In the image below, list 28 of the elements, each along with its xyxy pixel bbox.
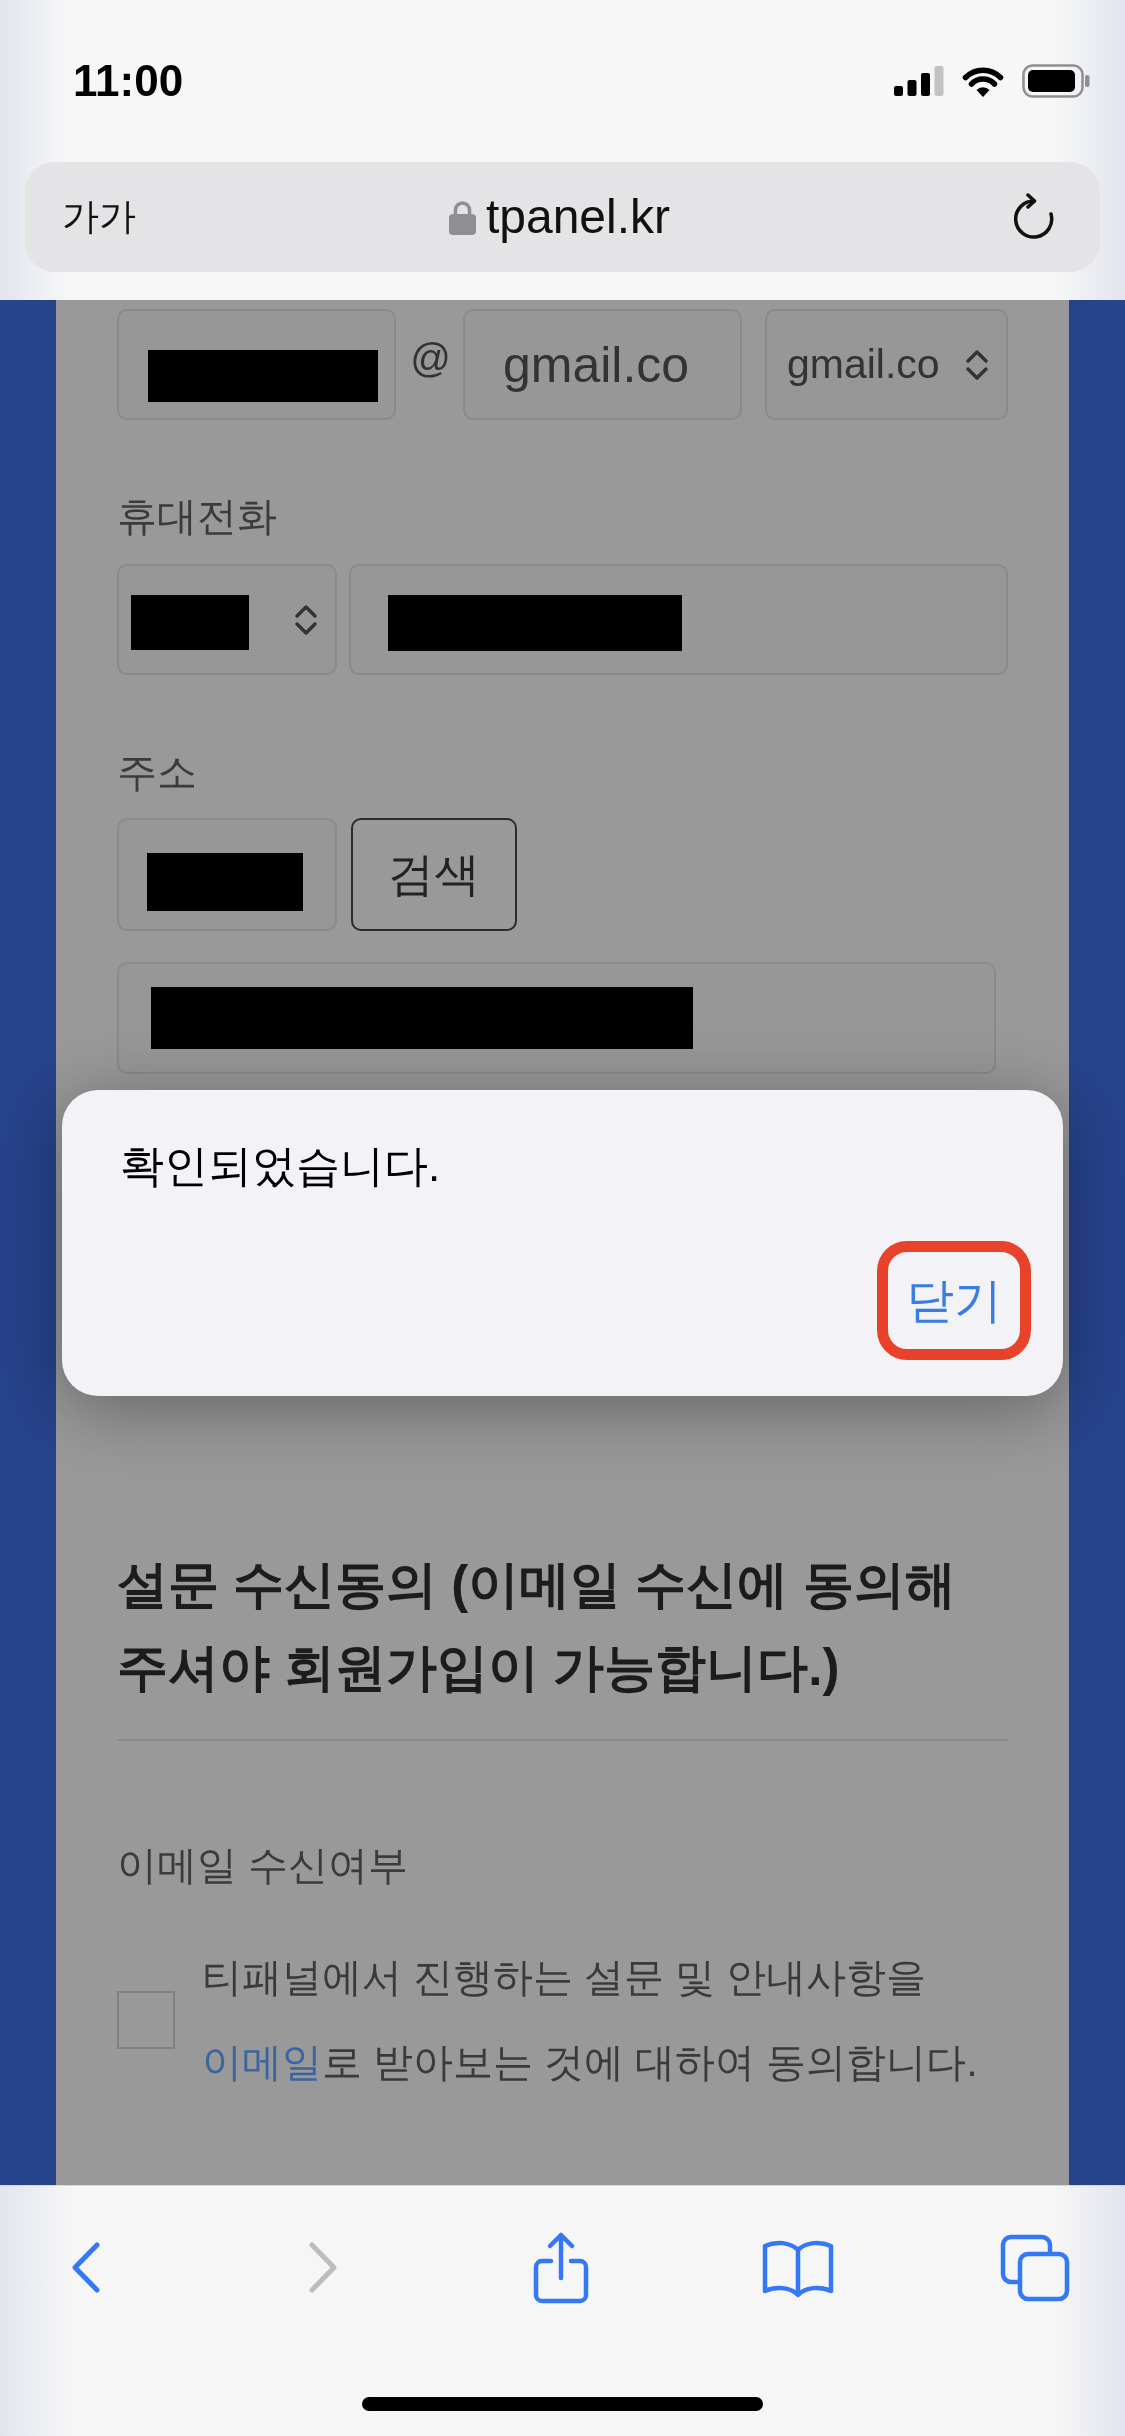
at-sign: @ <box>409 335 452 382</box>
share-icon[interactable] <box>531 2230 590 2305</box>
field-label: 주소 <box>117 749 198 796</box>
checkbox[interactable] <box>117 1991 175 2049</box>
address-field[interactable] <box>117 962 996 1074</box>
cellular-signal-icon <box>894 66 944 96</box>
text-size-button[interactable]: 가가 <box>62 194 136 240</box>
close-button[interactable]: 닫기 <box>888 1252 1020 1349</box>
postcode-field[interactable] <box>117 818 337 931</box>
email-field[interactable] <box>117 309 396 420</box>
domain-field[interactable]: gmail.co <box>463 309 742 420</box>
overlapping-squares-icon[interactable] <box>1000 2233 1070 2302</box>
chevron-left-icon[interactable] <box>70 2241 102 2294</box>
phone-prefix-select[interactable] <box>117 564 337 675</box>
wifi-icon <box>960 64 1006 98</box>
domain-select[interactable]: gmail.co <box>765 309 1008 420</box>
status-time: 11:00 <box>73 55 184 107</box>
battery-icon <box>1022 64 1090 98</box>
lock-icon <box>448 199 476 235</box>
dialog-message: 확인되었습니다. <box>120 1140 442 1192</box>
search-button[interactable]: 검색 <box>351 818 517 931</box>
field-label: 이메일 수신여부 <box>117 1842 410 1889</box>
address-bar[interactable]: 가가 tpanel.kr <box>25 162 1100 272</box>
field-label: 휴대전화 <box>117 493 278 540</box>
consent-text: 티패널에서 진행하는 설문 및 안내사항을 이메일로 받아보는 것에 대하여 동의합니다. <box>202 1954 979 2086</box>
url-text: tpanel.kr <box>485 189 671 245</box>
section-heading: 설문 수신동의 (이메일 수신에 동의해 주셔야 회원가입이 가능합니다.) <box>117 1555 957 1698</box>
phone-number-field[interactable] <box>349 564 1008 675</box>
